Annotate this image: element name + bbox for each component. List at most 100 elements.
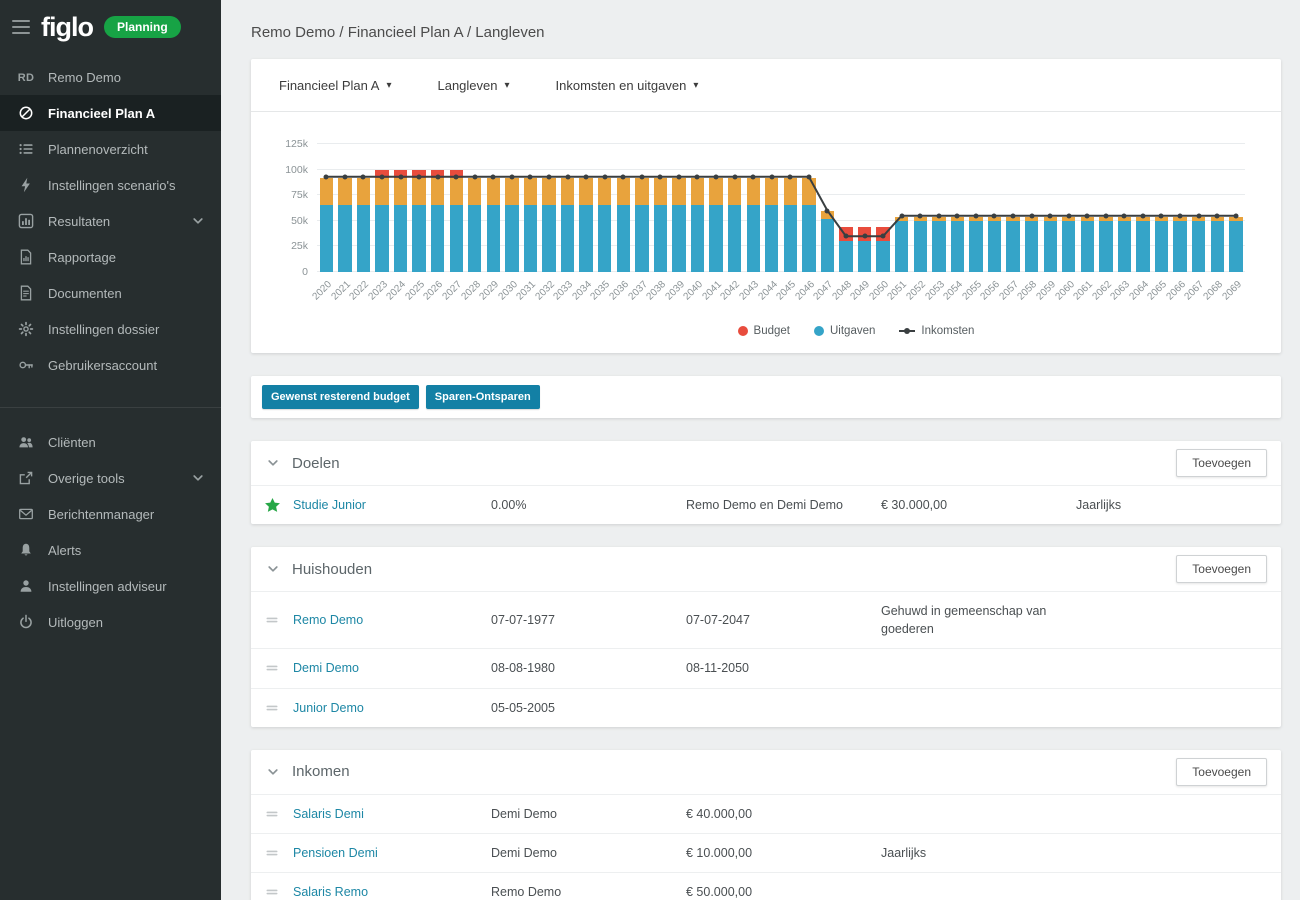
dropdown-label: Financieel Plan A: [279, 78, 379, 93]
envelope-icon: [17, 506, 35, 522]
bar-segment: [431, 178, 444, 206]
x-axis-label: 2068: [1208, 277, 1227, 321]
drag-icon[interactable]: [264, 700, 280, 716]
bar-2027: [450, 170, 463, 272]
bar-segment: [617, 205, 630, 272]
bar-segment: [598, 178, 611, 206]
bar-2035: [598, 178, 611, 272]
sidebar-item-rapportage[interactable]: Rapportage: [0, 239, 221, 275]
power-icon: [17, 614, 35, 630]
y-axis-label: 50k: [291, 215, 308, 227]
table-row: Salaris RemoRemo Demo€ 50.000,00: [251, 872, 1281, 900]
bar-2021: [338, 178, 351, 272]
sidebar-item-label: Gebruikersaccount: [48, 358, 207, 373]
sidebar-item-label: Financieel Plan A: [48, 106, 207, 121]
sparen-ontsparen-button[interactable]: Sparen-Ontsparen: [426, 385, 540, 409]
legend-item-budget[interactable]: Budget: [738, 325, 790, 337]
sidebar-item-label: Remo Demo: [48, 70, 207, 85]
sidebar-item-resultaten[interactable]: Resultaten: [0, 203, 221, 239]
sidebar-item-label: Berichtenmanager: [48, 507, 207, 522]
bar-slot: [373, 144, 392, 272]
chart-plot: 025k50k75k100k125k: [317, 144, 1245, 272]
sidebar-item-plannenoverzicht[interactable]: Plannenoverzicht: [0, 131, 221, 167]
row-name-link[interactable]: Demi Demo: [293, 659, 491, 677]
bar-segment: [1044, 221, 1057, 272]
bar-slot: [410, 144, 429, 272]
legend-item-inkomsten[interactable]: Inkomsten: [899, 325, 974, 337]
gewenst-resterend-budget-button[interactable]: Gewenst resterend budget: [262, 385, 419, 409]
bar-segment: [412, 170, 425, 178]
legend-line-marker: [899, 330, 915, 332]
section-title: Huishouden: [292, 561, 372, 578]
sidebar-item-remo-demo[interactable]: RDRemo Demo: [0, 60, 221, 95]
bar-segment: [951, 221, 964, 272]
toevoegen-button[interactable]: Toevoegen: [1176, 555, 1267, 583]
sidebar-item-instellingen-adviseur[interactable]: Instellingen adviseur: [0, 568, 221, 604]
sidebar-item-berichtenmanager[interactable]: Berichtenmanager: [0, 496, 221, 532]
sidebar-item-gebruikersaccount[interactable]: Gebruikersaccount: [0, 347, 221, 383]
sidebar-item-instellingen-scenarios[interactable]: Instellingen scenario's: [0, 167, 221, 203]
person-icon: [17, 578, 35, 594]
bar-slot: [911, 144, 930, 272]
bar-segment: [1062, 221, 1075, 272]
sidebar-item-label: Instellingen adviseur: [48, 579, 207, 594]
row-name-link[interactable]: Salaris Demi: [293, 805, 491, 823]
bar-segment: [394, 170, 407, 178]
legend-label: Budget: [754, 325, 790, 337]
row-name-link[interactable]: Pensioen Demi: [293, 844, 491, 862]
sidebar-item-alerts[interactable]: Alerts: [0, 532, 221, 568]
document-icon: [17, 285, 35, 301]
sidebar-item-label: Instellingen dossier: [48, 322, 207, 337]
toevoegen-button[interactable]: Toevoegen: [1176, 758, 1267, 786]
hamburger-menu-icon[interactable]: [12, 20, 30, 34]
drag-icon[interactable]: [264, 884, 280, 900]
chart-legend: Budget Uitgaven Inkomsten: [367, 321, 1300, 347]
row-name-link[interactable]: Studie Junior: [293, 496, 491, 514]
bar-segment: [802, 205, 815, 272]
sidebar-item-label: Rapportage: [48, 250, 207, 265]
bar-2050: [876, 227, 889, 272]
toevoegen-button[interactable]: Toevoegen: [1176, 449, 1267, 477]
chevron-down-icon[interactable]: [265, 764, 281, 780]
drag-icon[interactable]: [264, 660, 280, 676]
toolbar-dropdown-langleven[interactable]: Langleven▾: [437, 78, 509, 93]
toolbar-dropdown-inkomsten-en-uitgaven[interactable]: Inkomsten en uitgaven▾: [556, 78, 699, 93]
row-cell: Gehuwd in gemeenschap van goederen: [881, 602, 1076, 638]
sidebar-item-overige-tools[interactable]: Overige tools: [0, 460, 221, 496]
bar-2039: [672, 178, 685, 272]
toolbar-dropdown-financieel-plan-a[interactable]: Financieel Plan A▾: [279, 78, 391, 93]
bar-segment: [617, 178, 630, 206]
bar-segment: [839, 241, 852, 272]
bar-2020: [320, 178, 333, 272]
chevron-down-icon[interactable]: [265, 561, 281, 577]
row-cell: Remo Demo en Demi Demo: [686, 496, 881, 514]
bar-2051: [895, 217, 908, 272]
sidebar-item-financieel-plan-a[interactable]: Financieel Plan A: [0, 95, 221, 131]
bar-slot: [651, 144, 670, 272]
sidebar-item-instellingen-dossier[interactable]: Instellingen dossier: [0, 311, 221, 347]
legend-label: Uitgaven: [830, 325, 875, 337]
bar-segment: [1229, 221, 1242, 272]
sidebar-item-documenten[interactable]: Documenten: [0, 275, 221, 311]
bar-slot: [892, 144, 911, 272]
bar-segment: [375, 178, 388, 206]
bar-2049: [858, 227, 871, 272]
chevron-down-icon[interactable]: [265, 455, 281, 471]
row-name-link[interactable]: Junior Demo: [293, 699, 491, 717]
sidebar-item-label: Plannenoverzicht: [48, 142, 207, 157]
drag-icon[interactable]: [264, 612, 280, 628]
legend-item-uitgaven[interactable]: Uitgaven: [814, 325, 875, 337]
drag-icon[interactable]: [264, 845, 280, 861]
bar-2032: [542, 178, 555, 272]
chart-x-axis: 2020202120222023202420252026202720282029…: [317, 277, 1245, 321]
row-name-link[interactable]: Salaris Remo: [293, 883, 491, 900]
sidebar-item-uitloggen[interactable]: Uitloggen: [0, 604, 221, 640]
section-header: InkomenToevoegen: [251, 750, 1281, 794]
bar-segment: [839, 227, 852, 241]
key-icon: [17, 357, 35, 373]
drag-icon[interactable]: [264, 806, 280, 822]
bar-segment: [357, 178, 370, 206]
sidebar-item-clienten[interactable]: Cliënten: [0, 424, 221, 460]
row-name-link[interactable]: Remo Demo: [293, 611, 491, 629]
sidebar-item-label: Instellingen scenario's: [48, 178, 207, 193]
